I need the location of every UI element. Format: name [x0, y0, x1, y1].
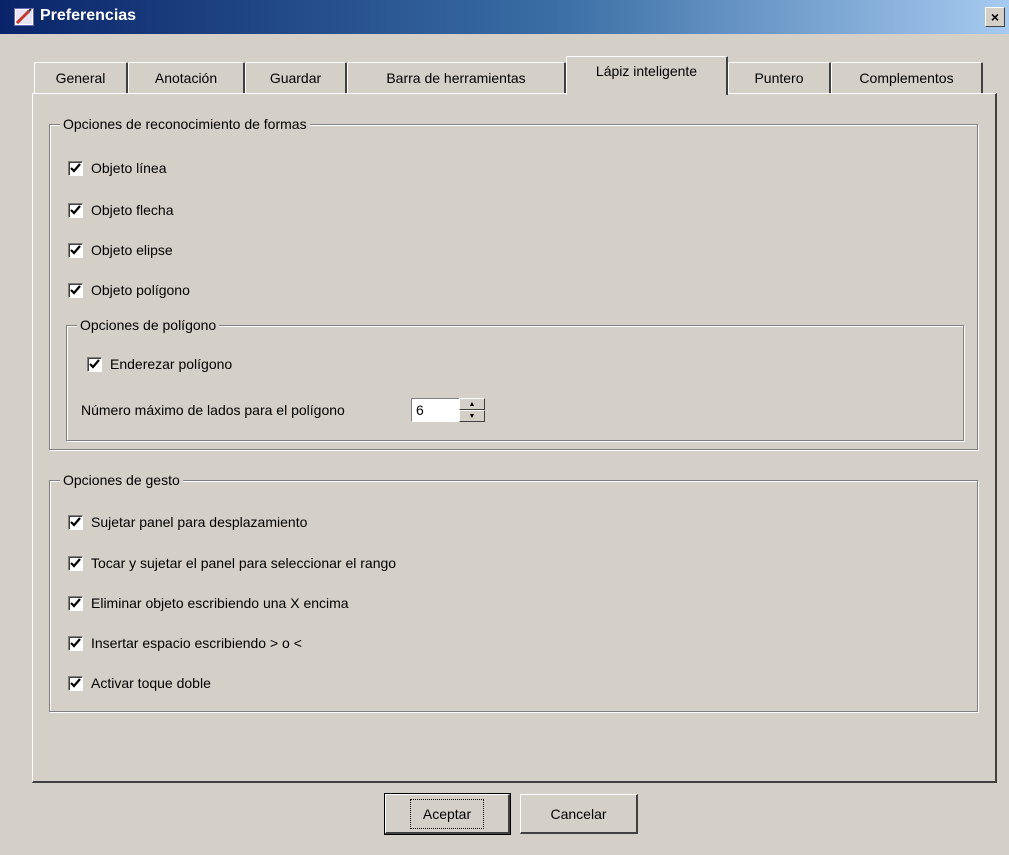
- cancel-button[interactable]: Cancelar: [520, 794, 638, 834]
- app-icon: [14, 8, 34, 26]
- tab-label: Puntero: [754, 70, 804, 86]
- checkbox-box[interactable]: [68, 202, 83, 218]
- tab-lapiz-inteligente[interactable]: Lápiz inteligente: [566, 56, 728, 95]
- checkbox-label: Objeto polígono: [91, 282, 190, 298]
- tab-puntero[interactable]: Puntero: [728, 62, 831, 93]
- erase-x-checkbox[interactable]: Eliminar objeto escribiendo una X encima: [68, 595, 349, 611]
- checkmark-icon: [70, 637, 81, 648]
- tab-complementos[interactable]: Complementos: [831, 62, 983, 93]
- line-object-checkbox[interactable]: Objeto línea: [68, 160, 167, 176]
- checkbox-label: Objeto elipse: [91, 242, 173, 258]
- checkmark-icon: [70, 284, 81, 295]
- checkmark-icon: [70, 557, 81, 568]
- arrow-down-icon: ▼: [468, 412, 476, 420]
- gesture-options-group: Opciones de gesto Sujetar panel para des…: [49, 471, 978, 712]
- tab-label: General: [55, 70, 106, 86]
- max-sides-spinner[interactable]: ▲ ▼: [411, 398, 485, 422]
- ellipse-object-checkbox[interactable]: Objeto elipse: [68, 242, 173, 258]
- checkbox-box[interactable]: [68, 555, 83, 571]
- checkmark-icon: [70, 204, 81, 215]
- straighten-polygon-checkbox[interactable]: Enderezar polígono: [87, 356, 232, 372]
- tab-panel-lapiz-inteligente: Opciones de reconocimiento de formas Obj…: [32, 93, 997, 783]
- gesture-options-title: Opciones de gesto: [60, 471, 183, 489]
- tab-barra-herramientas[interactable]: Barra de herramientas: [347, 62, 566, 93]
- tab-label: Anotación: [154, 70, 218, 86]
- checkbox-box[interactable]: [68, 595, 83, 611]
- checkbox-label: Activar toque doble: [91, 675, 211, 691]
- checkbox-label: Insertar espacio escribiendo > o <: [91, 635, 302, 651]
- max-sides-input[interactable]: [411, 398, 459, 422]
- tab-label: Complementos: [859, 70, 954, 86]
- checkmark-icon: [70, 162, 81, 173]
- accept-button-label: Aceptar: [409, 798, 485, 829]
- checkbox-label: Objeto línea: [91, 160, 167, 176]
- hold-panel-scroll-checkbox[interactable]: Sujetar panel para desplazamiento: [68, 514, 307, 530]
- close-icon: ×: [990, 9, 1000, 25]
- max-sides-label: Número máximo de lados para el polígono: [81, 402, 345, 418]
- title-bar[interactable]: Preferencias ×: [0, 0, 1009, 34]
- cancel-button-label: Cancelar: [550, 805, 607, 822]
- checkbox-label: Enderezar polígono: [110, 356, 233, 372]
- spin-down-button[interactable]: ▼: [459, 410, 485, 422]
- accept-button[interactable]: Aceptar: [384, 793, 511, 835]
- checkmark-icon: [70, 244, 81, 255]
- checkmark-icon: [70, 597, 81, 608]
- checkbox-box[interactable]: [68, 160, 83, 176]
- checkbox-box[interactable]: [68, 635, 83, 651]
- checkbox-box[interactable]: [68, 675, 83, 691]
- tab-label: Guardar: [269, 70, 322, 86]
- checkbox-box[interactable]: [87, 356, 102, 372]
- insert-space-checkbox[interactable]: Insertar espacio escribiendo > o <: [68, 635, 302, 651]
- checkmark-icon: [89, 358, 100, 369]
- shape-recognition-title: Opciones de reconocimiento de formas: [60, 115, 310, 133]
- tab-guardar[interactable]: Guardar: [245, 62, 347, 93]
- tab-label: Lápiz inteligente: [595, 63, 698, 79]
- checkbox-label: Eliminar objeto escribiendo una X encima: [91, 595, 349, 611]
- arrow-up-icon: ▲: [468, 400, 476, 408]
- tab-general[interactable]: General: [34, 62, 128, 93]
- close-button[interactable]: ×: [985, 7, 1005, 27]
- checkbox-label: Sujetar panel para desplazamiento: [91, 514, 308, 530]
- checkbox-box[interactable]: [68, 514, 83, 530]
- polygon-options-title: Opciones de polígono: [77, 316, 220, 334]
- spin-up-button[interactable]: ▲: [459, 398, 485, 410]
- checkbox-label: Objeto flecha: [91, 202, 174, 218]
- arrow-object-checkbox[interactable]: Objeto flecha: [68, 202, 174, 218]
- checkbox-box[interactable]: [68, 242, 83, 258]
- window-title: Preferencias: [40, 7, 137, 24]
- checkmark-icon: [70, 516, 81, 527]
- tab-label: Barra de herramientas: [386, 70, 526, 86]
- tab-anotacion[interactable]: Anotación: [128, 62, 245, 93]
- checkmark-icon: [70, 677, 81, 688]
- double-tap-checkbox[interactable]: Activar toque doble: [68, 675, 211, 691]
- checkbox-box[interactable]: [68, 282, 83, 298]
- checkbox-label: Tocar y sujetar el panel para selecciona…: [91, 555, 397, 571]
- touch-hold-select-checkbox[interactable]: Tocar y sujetar el panel para selecciona…: [68, 555, 396, 571]
- polygon-object-checkbox[interactable]: Objeto polígono: [68, 282, 190, 298]
- shape-recognition-group: Opciones de reconocimiento de formas Obj…: [49, 115, 978, 450]
- polygon-options-group: Opciones de polígono Enderezar polígono …: [66, 316, 964, 441]
